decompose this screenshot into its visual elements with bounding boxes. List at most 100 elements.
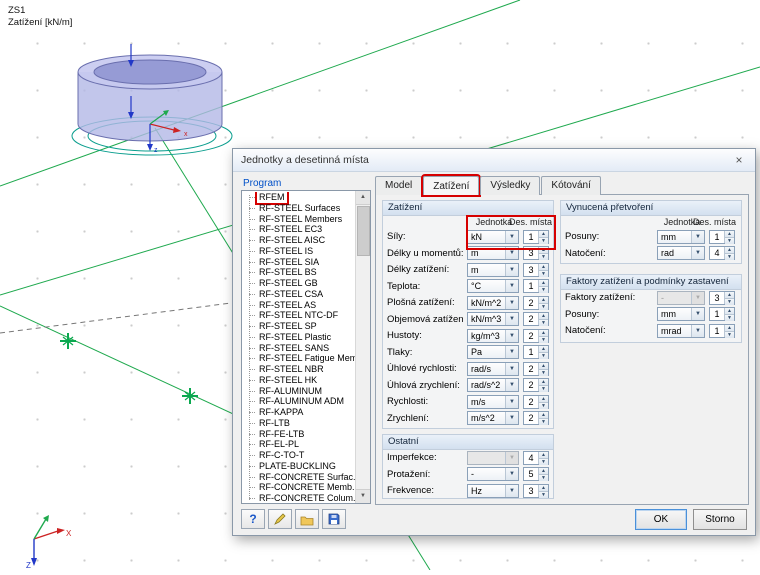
unit-dropdown[interactable]: m ▼ bbox=[467, 246, 519, 261]
scroll-down-icon[interactable]: ▼ bbox=[356, 489, 370, 503]
unit-dropdown[interactable]: mm ▼ bbox=[657, 229, 705, 244]
decimals-spinner[interactable]: 2 ▲ ▼ bbox=[523, 394, 549, 409]
spinner-down-icon[interactable]: ▼ bbox=[725, 253, 734, 261]
unit-dropdown[interactable]: kg/m^3 ▼ bbox=[467, 328, 519, 343]
decimals-spinner[interactable]: 1 ▲ ▼ bbox=[709, 323, 735, 338]
unit-dropdown[interactable]: mrad ▼ bbox=[657, 323, 705, 338]
decimals-spinner[interactable]: 5 ▲ ▼ bbox=[523, 467, 549, 482]
tree-item[interactable]: RF-STEEL Surfaces bbox=[242, 203, 356, 214]
chevron-down-icon[interactable]: ▼ bbox=[505, 468, 518, 481]
unit-dropdown[interactable]: - ▼ bbox=[657, 290, 705, 305]
tree-item[interactable]: RF-KAPPA bbox=[242, 407, 356, 418]
help-button[interactable]: ? bbox=[241, 509, 265, 529]
spinner-down-icon[interactable]: ▼ bbox=[539, 253, 548, 261]
tree-item[interactable]: RF-ALUMINUM bbox=[242, 386, 356, 397]
spinner-down-icon[interactable]: ▼ bbox=[539, 401, 548, 409]
chevron-down-icon[interactable]: ▼ bbox=[691, 291, 704, 304]
chevron-down-icon[interactable]: ▼ bbox=[691, 308, 704, 321]
tree-item[interactable]: RF-CONCRETE Surfac... bbox=[242, 472, 356, 483]
unit-dropdown[interactable]: rad ▼ bbox=[657, 246, 705, 261]
cancel-button[interactable]: Storno bbox=[693, 509, 747, 530]
chevron-down-icon[interactable]: ▼ bbox=[505, 313, 518, 326]
tree-item[interactable]: RF-STEEL NBR bbox=[242, 364, 356, 375]
tree-item[interactable]: RF-STEEL Plastic bbox=[242, 332, 356, 343]
spinner-down-icon[interactable]: ▼ bbox=[539, 490, 548, 498]
unit-dropdown[interactable]: kN/m^3 ▼ bbox=[467, 312, 519, 327]
chevron-down-icon[interactable]: ▼ bbox=[505, 346, 518, 359]
tree-item[interactable]: RF-STEEL IS bbox=[242, 246, 356, 257]
tree-item[interactable]: RF-LTB bbox=[242, 418, 356, 429]
tree-item[interactable]: RF-STEEL SIA bbox=[242, 257, 356, 268]
unit-dropdown[interactable]: rad/s ▼ bbox=[467, 361, 519, 376]
decimals-spinner[interactable]: 3 ▲ ▼ bbox=[523, 246, 549, 261]
tree-item[interactable]: RF-CONCRETE Colum... bbox=[242, 493, 356, 503]
unit-dropdown[interactable]: Hz ▼ bbox=[467, 483, 519, 498]
spinner-down-icon[interactable]: ▼ bbox=[725, 314, 734, 322]
spinner-down-icon[interactable]: ▼ bbox=[539, 236, 548, 244]
tree-item[interactable]: RFEM bbox=[242, 192, 356, 205]
spinner-down-icon[interactable]: ▼ bbox=[539, 368, 548, 376]
spinner-down-icon[interactable]: ▼ bbox=[725, 330, 734, 338]
unit-dropdown[interactable]: m/s^2 ▼ bbox=[467, 411, 519, 426]
decimals-spinner[interactable]: 2 ▲ ▼ bbox=[523, 312, 549, 327]
spinner-down-icon[interactable]: ▼ bbox=[725, 297, 734, 305]
tree-item[interactable]: RF-STEEL BS bbox=[242, 267, 356, 278]
spinner-down-icon[interactable]: ▼ bbox=[725, 236, 734, 244]
tree-item[interactable]: RF-STEEL Members bbox=[242, 214, 356, 225]
decimals-spinner[interactable]: 1 ▲ ▼ bbox=[523, 279, 549, 294]
chevron-down-icon[interactable]: ▼ bbox=[505, 247, 518, 260]
tree-item[interactable]: RF-STEEL AS bbox=[242, 300, 356, 311]
close-icon[interactable]: × bbox=[723, 150, 755, 171]
tab-kotovani[interactable]: Kótování bbox=[541, 176, 601, 195]
decimals-spinner[interactable]: 4 ▲ ▼ bbox=[523, 450, 549, 465]
tree-item[interactable]: RF-STEEL SP bbox=[242, 321, 356, 332]
tree-item[interactable]: PLATE-BUCKLING bbox=[242, 461, 356, 472]
tab-vysledky[interactable]: Výsledky bbox=[480, 176, 541, 195]
tree-item[interactable]: RF-STEEL EC3 bbox=[242, 224, 356, 235]
spinner-down-icon[interactable]: ▼ bbox=[539, 385, 548, 393]
unit-dropdown[interactable]: rad/s^2 ▼ bbox=[467, 378, 519, 393]
chevron-down-icon[interactable]: ▼ bbox=[505, 296, 518, 309]
decimals-spinner[interactable]: 1 ▲ ▼ bbox=[523, 345, 549, 360]
unit-dropdown[interactable]: kN/m^2 ▼ bbox=[467, 295, 519, 310]
spinner-down-icon[interactable]: ▼ bbox=[539, 286, 548, 294]
chevron-down-icon[interactable]: ▼ bbox=[505, 230, 518, 243]
unit-dropdown[interactable]: m ▼ bbox=[467, 262, 519, 277]
ok-button[interactable]: OK bbox=[635, 509, 687, 530]
tree-item[interactable]: RF-C-TO-T bbox=[242, 450, 356, 461]
decimals-spinner[interactable]: 3 ▲ ▼ bbox=[523, 483, 549, 498]
spinner-down-icon[interactable]: ▼ bbox=[539, 457, 548, 465]
unit-dropdown[interactable]: °C ▼ bbox=[467, 279, 519, 294]
tree-item[interactable]: RF-STEEL AISC bbox=[242, 235, 356, 246]
chevron-down-icon[interactable]: ▼ bbox=[505, 263, 518, 276]
tree-item[interactable]: RF-STEEL NTC-DF bbox=[242, 310, 356, 321]
scroll-up-icon[interactable]: ▲ bbox=[356, 191, 370, 205]
chevron-down-icon[interactable]: ▼ bbox=[691, 230, 704, 243]
unit-dropdown[interactable]: Pa ▼ bbox=[467, 345, 519, 360]
scroll-thumb[interactable] bbox=[357, 206, 370, 256]
decimals-spinner[interactable]: 3 ▲ ▼ bbox=[709, 290, 735, 305]
spinner-down-icon[interactable]: ▼ bbox=[539, 269, 548, 277]
chevron-down-icon[interactable]: ▼ bbox=[691, 324, 704, 337]
spinner-down-icon[interactable]: ▼ bbox=[539, 352, 548, 360]
chevron-down-icon[interactable]: ▼ bbox=[505, 484, 518, 497]
decimals-spinner[interactable]: 2 ▲ ▼ bbox=[523, 295, 549, 310]
tree-item[interactable]: RF-EL-PL bbox=[242, 439, 356, 450]
tree-scrollbar[interactable]: ▲ ▼ bbox=[355, 191, 370, 503]
tree-item[interactable]: RF-STEEL Fatigue Mem bbox=[242, 353, 356, 364]
spinner-down-icon[interactable]: ▼ bbox=[539, 335, 548, 343]
spinner-down-icon[interactable]: ▼ bbox=[539, 319, 548, 327]
edit-units-button[interactable] bbox=[268, 509, 292, 529]
chevron-down-icon[interactable]: ▼ bbox=[505, 362, 518, 375]
open-button[interactable] bbox=[295, 509, 319, 529]
unit-dropdown[interactable]: mm ▼ bbox=[657, 307, 705, 322]
spinner-down-icon[interactable]: ▼ bbox=[539, 474, 548, 482]
tree-item[interactable]: RF-STEEL HK bbox=[242, 375, 356, 386]
spinner-down-icon[interactable]: ▼ bbox=[539, 418, 548, 426]
decimals-spinner[interactable]: 3 ▲ ▼ bbox=[523, 262, 549, 277]
tree-item[interactable]: RF-CONCRETE Memb... bbox=[242, 482, 356, 493]
tree-item[interactable]: RF-STEEL CSA bbox=[242, 289, 356, 300]
chevron-down-icon[interactable]: ▼ bbox=[505, 280, 518, 293]
dialog-titlebar[interactable]: Jednotky a desetinná místa × bbox=[233, 149, 755, 172]
tree-item[interactable]: RF-ALUMINUM ADM bbox=[242, 396, 356, 407]
